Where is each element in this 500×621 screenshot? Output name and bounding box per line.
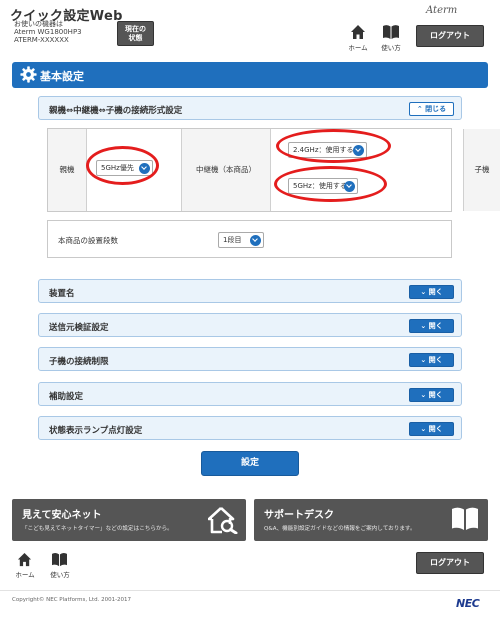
parent-label: 親機 xyxy=(59,165,75,174)
copyright: Copyright© NEC Platforms, Ltd. 2001-2017 xyxy=(12,597,132,603)
banner-description: Q&A、機能別設定ガイドなどの情報をご案内しております。 xyxy=(264,526,416,532)
current-status-button[interactable]: 現在の 状態 xyxy=(117,21,154,46)
banner-title: 見えて安心ネット xyxy=(22,510,102,521)
panel-title: 装置名 xyxy=(49,289,75,299)
book-icon xyxy=(383,25,399,39)
mieruanshin-banner[interactable]: 見えて安心ネット 「こども見えてネットタイマー」などの設定はこちらから。 xyxy=(12,499,246,541)
connection-panel-title: 親機⇔中継機⇔子機の接続形式設定 xyxy=(49,106,183,116)
gear-icon xyxy=(20,66,37,83)
device-name: ATERM-XXXXXX xyxy=(14,36,69,44)
open-button[interactable]: ⌄ 開く xyxy=(409,285,454,299)
panel-auxiliary-settings[interactable]: 補助設定 ⌄ 開く xyxy=(38,382,462,406)
footer-logout-button[interactable]: ログアウト xyxy=(416,552,484,574)
panel-title: 補助設定 xyxy=(49,392,84,402)
section-header: 基本設定 xyxy=(12,62,488,88)
relay-label-cell: 中継機（本商品） xyxy=(182,129,271,211)
device-model: Aterm WG1800HP3 xyxy=(14,28,82,36)
highlight-oval xyxy=(86,146,159,185)
home-nav-button[interactable]: ホーム xyxy=(345,23,371,52)
highlight-oval xyxy=(274,166,387,202)
footer-manual-label: 使い方 xyxy=(50,571,70,579)
banner-description: 「こども見えてネットタイマー」などの設定はこちらから。 xyxy=(22,526,173,532)
manual-nav-label: 使い方 xyxy=(381,44,401,52)
connection-panel-header: 親機⇔中継機⇔子機の接続形式設定 ⌃ 閉じる xyxy=(38,96,462,120)
home-icon xyxy=(351,25,365,39)
chevron-down-icon: ⌄ xyxy=(420,391,427,399)
open-button[interactable]: ⌄ 開く xyxy=(409,388,454,402)
relay-label: 中継機（本商品） xyxy=(196,165,256,174)
manual-nav-button[interactable]: 使い方 xyxy=(378,23,404,52)
open-button[interactable]: ⌄ 開く xyxy=(409,319,454,333)
logout-button[interactable]: ログアウト xyxy=(416,25,484,47)
install-steps-row: 本商品の設置段数 1段目 xyxy=(47,220,452,258)
book-icon xyxy=(52,553,67,567)
panel-client-restriction[interactable]: 子機の接続制限 ⌄ 開く xyxy=(38,347,462,371)
submit-button[interactable]: 設定 xyxy=(201,451,299,476)
close-button-label: 閉じる xyxy=(425,105,447,113)
house-search-icon xyxy=(208,507,238,534)
install-steps-select[interactable]: 1段目 xyxy=(218,232,264,248)
open-button-label: 開く xyxy=(428,288,443,296)
panel-title: 送信元検証設定 xyxy=(49,323,109,333)
device-label: お使いの機器は xyxy=(14,20,63,28)
status-button-line2: 状態 xyxy=(128,34,143,42)
chevron-down-icon: ⌄ xyxy=(420,356,427,364)
banner-title: サポートデスク xyxy=(264,510,334,521)
support-desk-banner[interactable]: サポートデスク Q&A、機能別設定ガイドなどの情報をご案内しております。 xyxy=(254,499,488,541)
chevron-down-icon: ⌄ xyxy=(420,425,427,433)
chevron-down-icon xyxy=(250,234,261,246)
panel-status-lamp[interactable]: 状態表示ランプ点灯設定 ⌄ 開く xyxy=(38,416,462,440)
panel-title: 状態表示ランプ点灯設定 xyxy=(49,426,143,436)
highlight-oval xyxy=(276,129,391,163)
panel-device-name[interactable]: 装置名 ⌄ 開く xyxy=(38,279,462,303)
home-icon xyxy=(17,552,32,567)
nec-logo: NEC xyxy=(456,597,480,610)
install-steps-value: 1段目 xyxy=(223,236,242,244)
open-button-label: 開く xyxy=(428,425,443,433)
open-button-label: 開く xyxy=(428,322,443,330)
close-button[interactable]: ⌃ 閉じる xyxy=(409,102,454,116)
status-button-line1: 現在の xyxy=(125,25,146,33)
open-button[interactable]: ⌄ 開く xyxy=(409,353,454,367)
panel-source-verification[interactable]: 送信元検証設定 ⌄ 開く xyxy=(38,313,462,337)
child-label-cell: 子機 xyxy=(464,129,500,211)
footer-home-nav-button[interactable]: ホーム xyxy=(12,551,38,579)
footer-home-label: ホーム xyxy=(15,571,35,579)
chevron-down-icon: ⌄ xyxy=(420,322,427,330)
home-nav-label: ホーム xyxy=(348,44,368,52)
chevron-down-icon: ⌄ xyxy=(420,288,427,296)
aterm-logo: Aterm xyxy=(426,5,458,16)
open-button[interactable]: ⌄ 開く xyxy=(409,422,454,436)
open-button-label: 開く xyxy=(428,356,443,364)
header: クイック設定Web お使いの機器は Aterm WG1800HP3 ATERM-… xyxy=(0,0,500,56)
parent-label-cell: 親機 xyxy=(48,129,87,211)
panel-title: 子機の接続制限 xyxy=(49,357,109,367)
child-label: 子機 xyxy=(474,165,490,174)
footer-manual-nav-button[interactable]: 使い方 xyxy=(47,551,73,579)
section-title: 基本設定 xyxy=(40,70,84,83)
open-button-label: 開く xyxy=(428,391,443,399)
book-icon xyxy=(452,507,478,530)
footer-divider xyxy=(0,590,500,591)
install-steps-label: 本商品の設置段数 xyxy=(58,236,118,245)
chevron-up-icon: ⌃ xyxy=(416,105,423,113)
